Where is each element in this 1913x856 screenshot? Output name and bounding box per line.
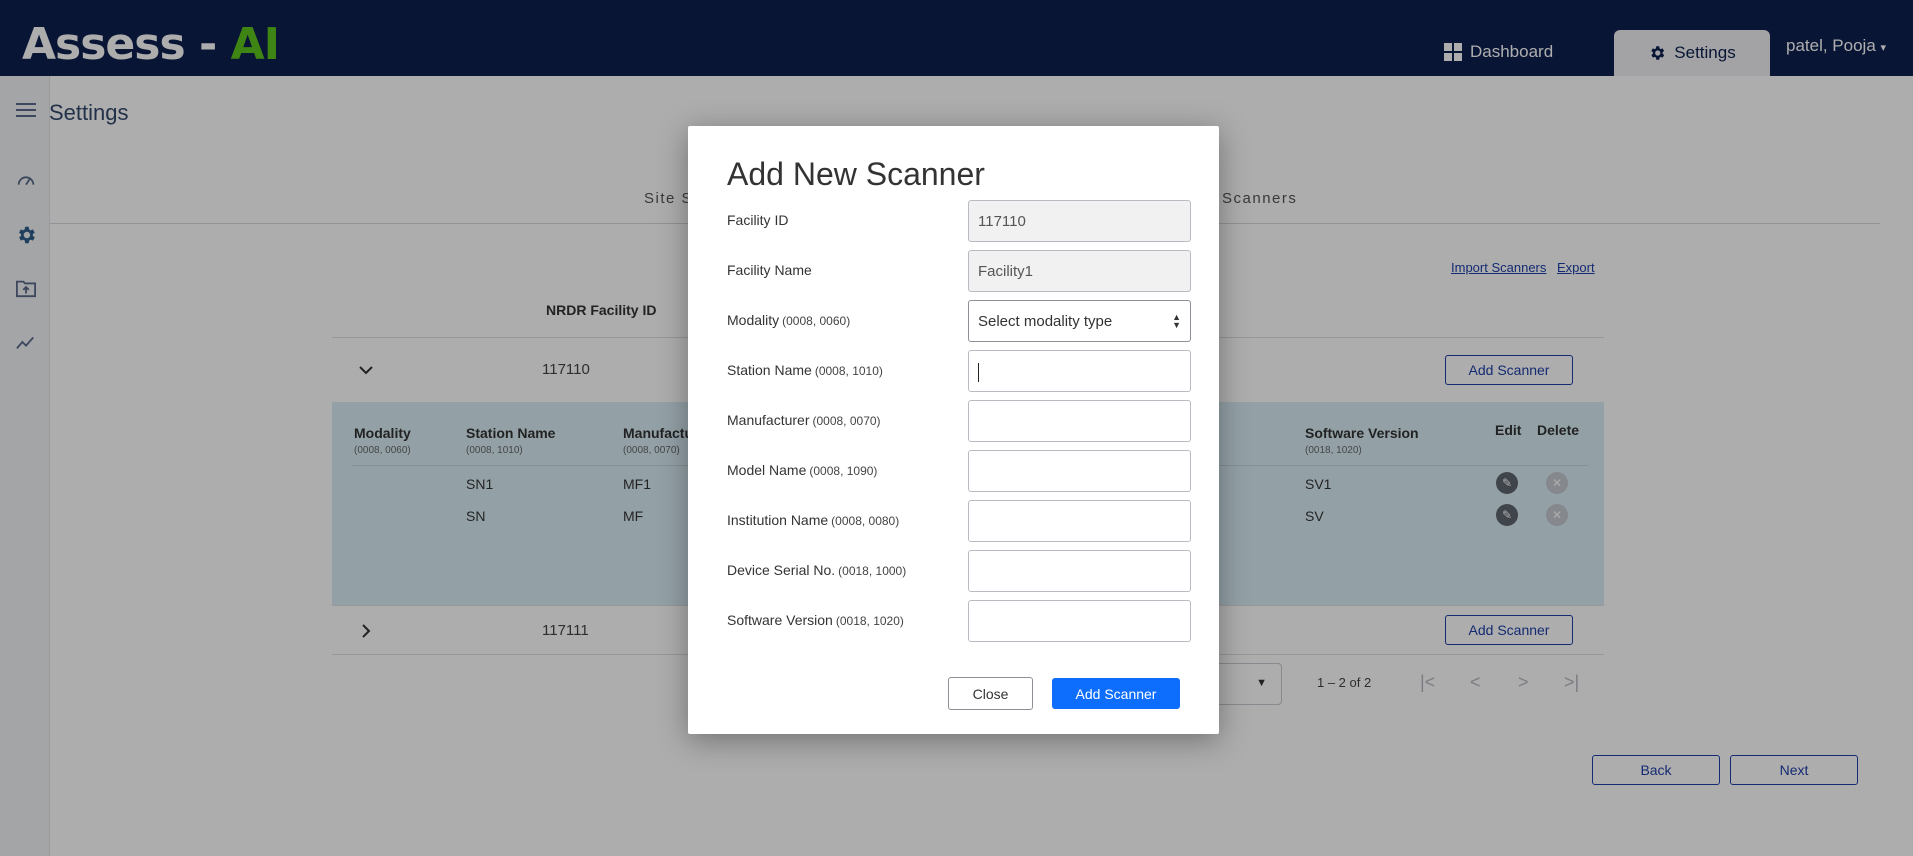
facility-name-label: Facility Name	[727, 262, 812, 278]
text-cursor	[978, 363, 979, 382]
model-name-label: Model Name (0008, 1090)	[727, 462, 878, 478]
station-name-input[interactable]	[968, 350, 1191, 392]
facility-name-input[interactable]	[968, 250, 1191, 292]
institution-name-label: Institution Name (0008, 0080)	[727, 512, 900, 528]
close-button[interactable]: Close	[948, 677, 1033, 710]
model-name-input[interactable]	[968, 450, 1191, 492]
software-version-input[interactable]	[968, 600, 1191, 642]
modality-select-value: Select modality type	[978, 312, 1113, 330]
station-name-label: Station Name (0008, 1010)	[727, 362, 883, 378]
add-scanner-button[interactable]: Add Scanner	[1052, 678, 1180, 709]
facility-id-input[interactable]	[968, 200, 1191, 242]
add-new-scanner-dialog: Add New Scanner Facility ID Facility Nam…	[688, 126, 1219, 734]
dialog-title: Add New Scanner	[727, 156, 985, 192]
software-version-label: Software Version (0018, 1020)	[727, 612, 904, 628]
institution-name-input[interactable]	[968, 500, 1191, 542]
manufacturer-input[interactable]	[968, 400, 1191, 442]
device-serial-label: Device Serial No. (0018, 1000)	[727, 562, 907, 578]
facility-id-label: Facility ID	[727, 212, 789, 228]
select-arrows-icon: ▲ ▼	[1172, 312, 1181, 330]
modality-select[interactable]: Select modality type ▲ ▼	[968, 300, 1191, 342]
manufacturer-label: Manufacturer (0008, 0070)	[727, 412, 881, 428]
modality-label: Modality (0008, 0060)	[727, 312, 851, 328]
device-serial-input[interactable]	[968, 550, 1191, 592]
